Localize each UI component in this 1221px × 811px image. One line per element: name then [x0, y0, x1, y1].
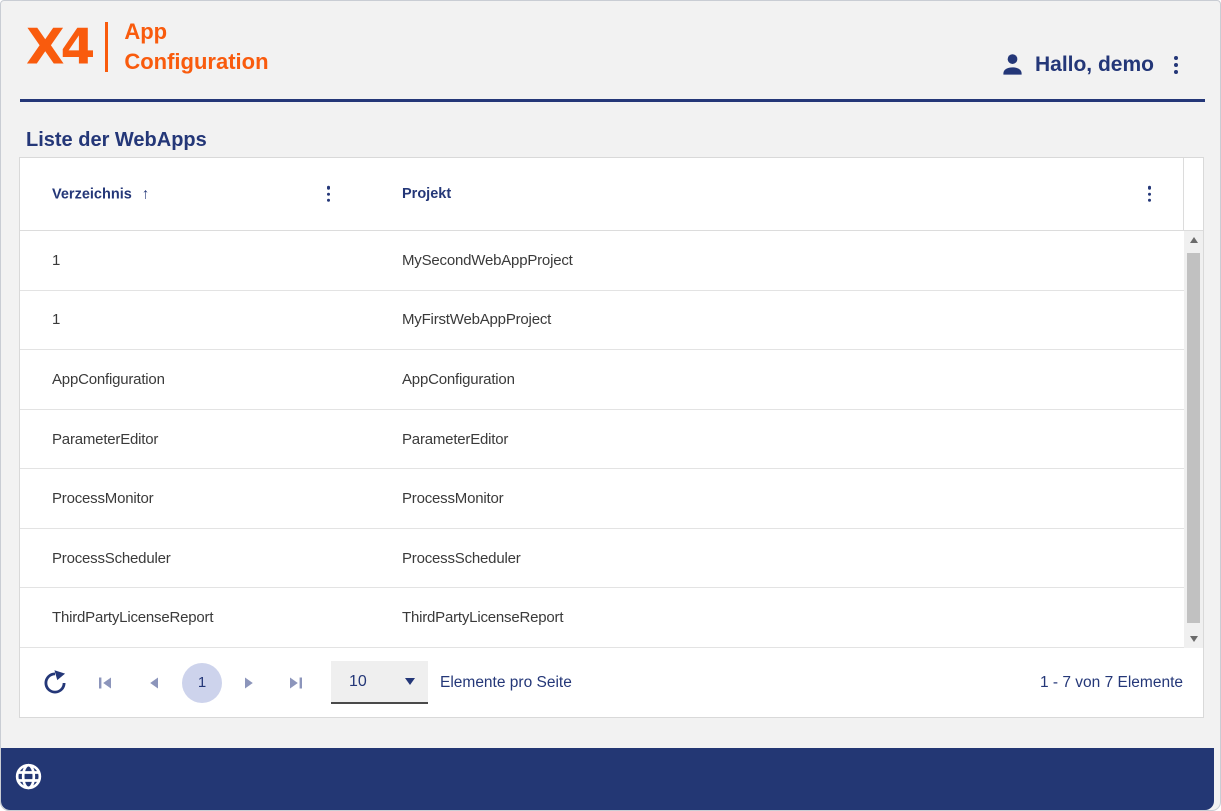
page-title: Liste der WebApps: [26, 129, 207, 152]
table-row[interactable]: ParameterEditor ParameterEditor: [20, 410, 1203, 470]
current-page-number: 1: [198, 674, 206, 691]
cell-verzeichnis: ThirdPartyLicenseReport: [20, 609, 402, 626]
column-header-projekt[interactable]: Projekt: [402, 186, 451, 202]
table-row[interactable]: ThirdPartyLicenseReport ThirdPartyLicens…: [20, 588, 1203, 648]
user-menu-button[interactable]: [1170, 50, 1182, 80]
user-area: Hallo, demo: [999, 50, 1182, 80]
cell-verzeichnis: ProcessScheduler: [20, 550, 402, 567]
cell-projekt: AppConfiguration: [402, 371, 1203, 388]
cell-verzeichnis: ProcessMonitor: [20, 490, 402, 507]
scrollbar-corner-divider: [1183, 158, 1184, 231]
logo: X4 App Configuration: [26, 17, 269, 77]
webapps-table: Verzeichnis ↑ Projekt 1 MySecondWebAppPr…: [19, 157, 1204, 718]
user-icon: [999, 51, 1026, 78]
column-label: Projekt: [402, 186, 451, 202]
scrollbar-thumb[interactable]: [1187, 253, 1200, 623]
cell-projekt: MyFirstWebAppProject: [402, 311, 1203, 328]
column-header-verzeichnis[interactable]: Verzeichnis ↑: [52, 186, 149, 203]
cell-projekt: ProcessScheduler: [402, 550, 1203, 567]
previous-page-icon: [145, 674, 163, 692]
page-size-label: Elemente pro Seite: [440, 674, 572, 692]
footer-bar: [1, 748, 1214, 810]
page-size-value: 10: [349, 673, 367, 691]
table-body: 1 MySecondWebAppProject 1 MyFirstWebAppP…: [20, 231, 1203, 648]
first-page-icon: [96, 674, 114, 692]
table-row[interactable]: ProcessMonitor ProcessMonitor: [20, 469, 1203, 529]
app-name-line1: App: [124, 17, 268, 47]
table-row[interactable]: ProcessScheduler ProcessScheduler: [20, 529, 1203, 589]
pagination-range-label: 1 - 7 von 7 Elemente: [1040, 674, 1183, 692]
app-name-line2: Configuration: [124, 47, 268, 77]
column-menu-verzeichnis-button[interactable]: [323, 181, 334, 208]
last-page-button[interactable]: [287, 674, 305, 692]
cell-verzeichnis: AppConfiguration: [20, 371, 402, 388]
cell-projekt: MySecondWebAppProject: [402, 252, 1203, 269]
cell-projekt: ParameterEditor: [402, 431, 1203, 448]
last-page-icon: [287, 674, 305, 692]
chevron-down-icon: [405, 678, 415, 685]
next-page-button[interactable]: [240, 674, 258, 692]
language-button[interactable]: [14, 762, 43, 791]
cell-projekt: ThirdPartyLicenseReport: [402, 609, 1203, 626]
app-name: App Configuration: [124, 17, 268, 77]
table-row[interactable]: AppConfiguration AppConfiguration: [20, 350, 1203, 410]
refresh-button[interactable]: [42, 670, 68, 696]
page-size-select[interactable]: 10: [331, 661, 428, 704]
previous-page-button[interactable]: [145, 674, 163, 692]
table-header-row: Verzeichnis ↑ Projekt: [20, 158, 1203, 231]
scroll-down-button[interactable]: [1184, 630, 1203, 648]
app-window: X4 App Configuration Hallo, demo Liste d…: [0, 0, 1221, 811]
refresh-icon: [42, 670, 68, 696]
app-header: X4 App Configuration Hallo, demo: [1, 1, 1220, 101]
scroll-up-button[interactable]: [1184, 231, 1203, 249]
current-page-button[interactable]: 1: [182, 663, 222, 703]
sort-ascending-icon: ↑: [142, 186, 150, 203]
scroll-up-icon: [1190, 237, 1198, 243]
paginator: 1 10 Elemente pro Seite 1 - 7 von 7 Elem…: [20, 648, 1203, 717]
column-menu-projekt-button[interactable]: [1144, 181, 1155, 208]
globe-icon: [14, 762, 43, 791]
logo-divider: [105, 22, 108, 72]
cell-verzeichnis: 1: [20, 311, 402, 328]
first-page-button[interactable]: [96, 674, 114, 692]
cell-verzeichnis: ParameterEditor: [20, 431, 402, 448]
table-row[interactable]: 1 MyFirstWebAppProject: [20, 291, 1203, 351]
next-page-icon: [240, 674, 258, 692]
x4-logo-icon: X4: [26, 22, 91, 71]
table-row[interactable]: 1 MySecondWebAppProject: [20, 231, 1203, 291]
vertical-scrollbar[interactable]: [1184, 231, 1203, 648]
column-label: Verzeichnis: [52, 186, 132, 202]
header-divider: [20, 99, 1205, 102]
user-greeting: Hallo, demo: [1035, 53, 1154, 77]
scroll-down-icon: [1190, 636, 1198, 642]
cell-projekt: ProcessMonitor: [402, 490, 1203, 507]
cell-verzeichnis: 1: [20, 252, 402, 269]
